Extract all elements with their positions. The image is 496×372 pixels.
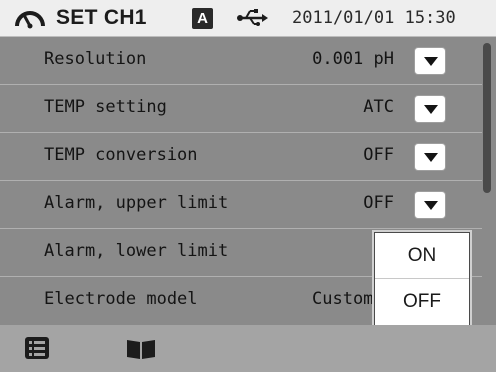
scrollbar[interactable] — [483, 43, 491, 193]
setting-label: Resolution — [44, 49, 147, 69]
setting-label: Electrode model — [44, 289, 198, 309]
setting-value: OFF — [363, 193, 394, 213]
setting-value: Custom — [312, 289, 374, 309]
header-bar: SET CH1 A 2011/01/01 15:30 — [0, 0, 496, 37]
on-off-popup: ON OFF — [374, 232, 470, 326]
page-title: SET CH1 — [56, 6, 147, 29]
setting-label: Alarm, upper limit — [44, 193, 229, 213]
dropdown-button[interactable] — [414, 47, 446, 75]
setting-value: OFF — [363, 145, 394, 165]
chevron-down-icon — [424, 201, 438, 210]
usb-icon — [236, 8, 268, 34]
dropdown-button[interactable] — [414, 143, 446, 171]
gauge-icon — [12, 6, 48, 34]
setting-value: 0.001 pH — [312, 49, 394, 69]
settings-screen: SET CH1 A 2011/01/01 15:30 Resolution 0.… — [0, 0, 496, 372]
option-off[interactable]: OFF — [375, 279, 469, 325]
setting-row-alarm-upper[interactable]: Alarm, upper limit OFF — [0, 181, 482, 229]
setting-label: TEMP setting — [44, 97, 167, 117]
datetime-display: 2011/01/01 15:30 — [292, 8, 456, 28]
setting-label: Alarm, lower limit — [44, 241, 229, 261]
mode-badge: A — [192, 8, 213, 29]
chevron-down-icon — [424, 57, 438, 66]
setting-label: TEMP conversion — [44, 145, 198, 165]
setting-row-temp-setting[interactable]: TEMP setting ATC — [0, 85, 482, 133]
menu-list-icon[interactable] — [24, 336, 50, 364]
chevron-down-icon — [424, 105, 438, 114]
footer-bar — [0, 325, 496, 372]
option-on[interactable]: ON — [375, 233, 469, 279]
setting-value: ATC — [363, 97, 394, 117]
book-icon[interactable] — [126, 338, 156, 364]
dropdown-button[interactable] — [414, 95, 446, 123]
dropdown-button[interactable] — [414, 191, 446, 219]
setting-row-temp-conversion[interactable]: TEMP conversion OFF — [0, 133, 482, 181]
setting-row-resolution[interactable]: Resolution 0.001 pH — [0, 37, 482, 85]
chevron-down-icon — [424, 153, 438, 162]
